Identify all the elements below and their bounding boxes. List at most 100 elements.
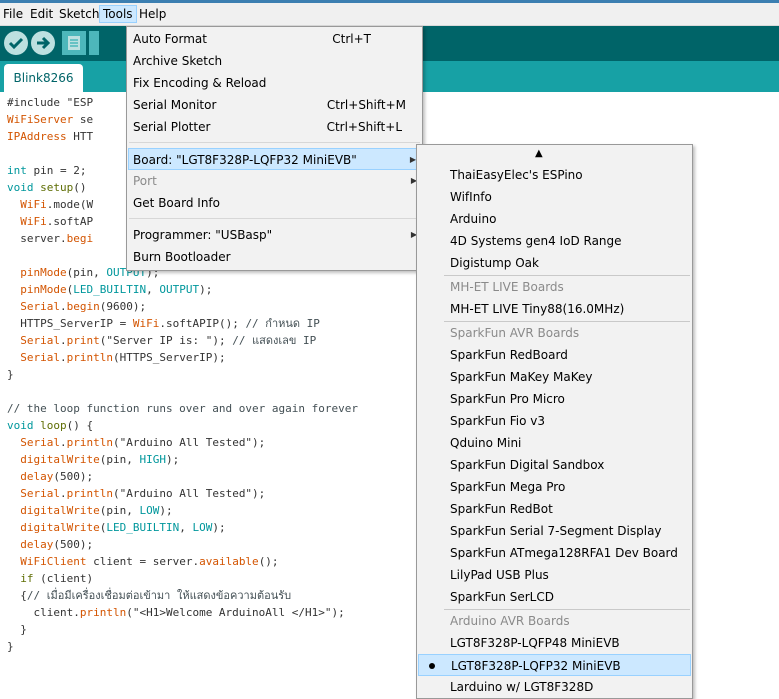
code-token: #include "ESP [7,96,94,109]
board-item[interactable]: MH-ET LIVE Tiny88(16.0MHz) [418,298,691,320]
code-token: Serial [20,351,60,364]
code-token: ); [199,283,213,296]
board-item[interactable]: SparkFun ATmega128RFA1 Dev Board [418,542,691,564]
menu-item-programmer[interactable]: Programmer: "USBasp" ▶ [128,224,421,246]
code-token: .softAPIP(); [159,317,246,330]
board-group-header: SparkFun AVR Boards [418,322,691,344]
board-item[interactable]: SparkFun SerLCD [418,586,691,608]
code-token: println [66,487,113,500]
arrow-right-icon [37,36,51,50]
board-item-label: MH-ET LIVE Tiny88(16.0MHz) [450,302,625,316]
menu-item-serial-monitor[interactable]: Serial Monitor Ctrl+Shift+M [128,94,421,116]
code-token: int [7,164,27,177]
board-item-label: SparkFun Serial 7-Segment Display [450,524,662,538]
board-item[interactable]: Larduino w/ LGT8F328D [418,676,691,698]
menu-item-serial-plotter[interactable]: Serial Plotter Ctrl+Shift+L [128,116,421,138]
code-line: {// เมื่อมีเครื่องเชื่อมต่อเข้ามา ให้แสด… [7,587,358,604]
code-token: (pin, [99,504,140,517]
code-token: ("Arduino All Tested"); [112,487,266,500]
board-item[interactable]: SparkFun Digital Sandbox [418,454,691,476]
board-item-label: SparkFun ATmega128RFA1 Dev Board [450,546,678,560]
code-token: LOW [139,504,160,517]
menu-help[interactable]: Help [136,5,169,23]
menu-item-get-board-info[interactable]: Get Board Info [128,192,421,214]
menu-item-burn-bootloader[interactable]: Burn Bootloader [128,246,421,268]
code-token: // the loop function runs over and over … [7,402,358,415]
checkmark-icon [8,37,24,50]
code-token: digitalWrite [20,504,100,517]
verify-button[interactable] [4,31,28,55]
code-token: pin = 2; [26,164,87,177]
board-item[interactable]: WifInfo [418,186,691,208]
code-token: delay [20,538,54,551]
board-item-label: Qduino Mini [450,436,522,450]
code-token: LOW [192,521,213,534]
code-token: (500); [53,470,94,483]
code-line: delay(500); [7,468,358,485]
code-token: HIGH [139,453,166,466]
code-token: Serial [20,300,60,313]
code-token: if [20,572,34,585]
board-item[interactable]: SparkFun Mega Pro [418,476,691,498]
menu-separator [129,218,420,219]
code-token: WiFiClient [20,555,87,568]
code-line: HTTPS_ServerIP = WiFi.softAPIP(); // กำห… [7,315,358,332]
upload-button[interactable] [31,31,55,55]
code-line: // the loop function runs over and over … [7,400,358,417]
code-token: pinMode [20,266,67,279]
code-token: . [60,487,67,500]
board-item-label: Larduino w/ LGT8F328D [450,680,594,694]
board-item[interactable]: LGT8F328P-LQFP48 MiniEVB [418,632,691,654]
code-line: pinMode(LED_BUILTIN, OUTPUT); [7,281,358,298]
board-item[interactable]: ThaiEasyElec's ESPino [418,164,691,186]
menu-item-port[interactable]: Port ▶ [128,170,421,192]
menu-item-auto-format[interactable]: Auto Format Ctrl+T [128,28,421,50]
board-item[interactable]: Arduino [418,208,691,230]
code-token: begi [66,232,94,245]
board-item[interactable]: SparkFun Pro Micro [418,388,691,410]
tab-blink8266[interactable]: Blink8266 [4,64,83,92]
board-item[interactable]: 4D Systems gen4 IoD Range [418,230,691,252]
code-token: { [7,589,27,602]
menu-tools[interactable]: Tools [99,5,137,23]
scroll-up-arrow-icon[interactable]: ▲ [535,148,543,159]
selected-radio-icon [429,663,435,669]
board-submenu: ▲ ThaiEasyElec's ESPino WifInfo Arduino 4D … [416,144,693,699]
code-token: print [66,334,100,347]
menu-item-fix-encoding[interactable]: Fix Encoding & Reload [128,72,421,94]
menu-item-board[interactable]: Board: "LGT8F328P-LQFP32 MiniEVB" ▶ [128,148,421,170]
board-item[interactable]: LilyPad USB Plus [418,564,691,586]
menu-edit[interactable]: Edit [27,5,56,23]
code-token: , [146,283,160,296]
code-token: setup [40,181,74,194]
board-item[interactable]: SparkFun MaKey MaKey [418,366,691,388]
code-line: } [7,366,358,383]
tools-dropdown: Auto Format Ctrl+T Archive Sketch Fix En… [126,26,423,271]
code-line: delay(500); [7,536,358,553]
board-item-label: Digistump Oak [450,256,539,270]
menu-item-archive-sketch[interactable]: Archive Sketch [128,50,421,72]
board-item-label: SparkFun Pro Micro [450,392,565,406]
menu-file[interactable]: File [0,5,26,23]
code-token: ); [165,453,180,466]
new-sketch-button[interactable] [62,31,86,55]
board-item[interactable]: SparkFun RedBoard [418,344,691,366]
menu-sketch[interactable]: Sketch [56,5,102,23]
open-sketch-button[interactable] [89,31,99,55]
board-item[interactable]: SparkFun RedBot [418,498,691,520]
board-item[interactable]: Digistump Oak [418,252,691,274]
code-token: server. [7,232,67,245]
board-item[interactable]: LGT8F328P-LQFP32 MiniEVB [418,654,691,676]
code-token: (); [258,555,279,568]
board-item[interactable]: Qduino Mini [418,432,691,454]
code-token: println [79,606,127,619]
board-item[interactable]: SparkFun Fio v3 [418,410,691,432]
code-line: Serial.print("Server IP is: "); // แสดงเ… [7,332,358,349]
board-item[interactable]: SparkFun Serial 7-Segment Display [418,520,691,542]
